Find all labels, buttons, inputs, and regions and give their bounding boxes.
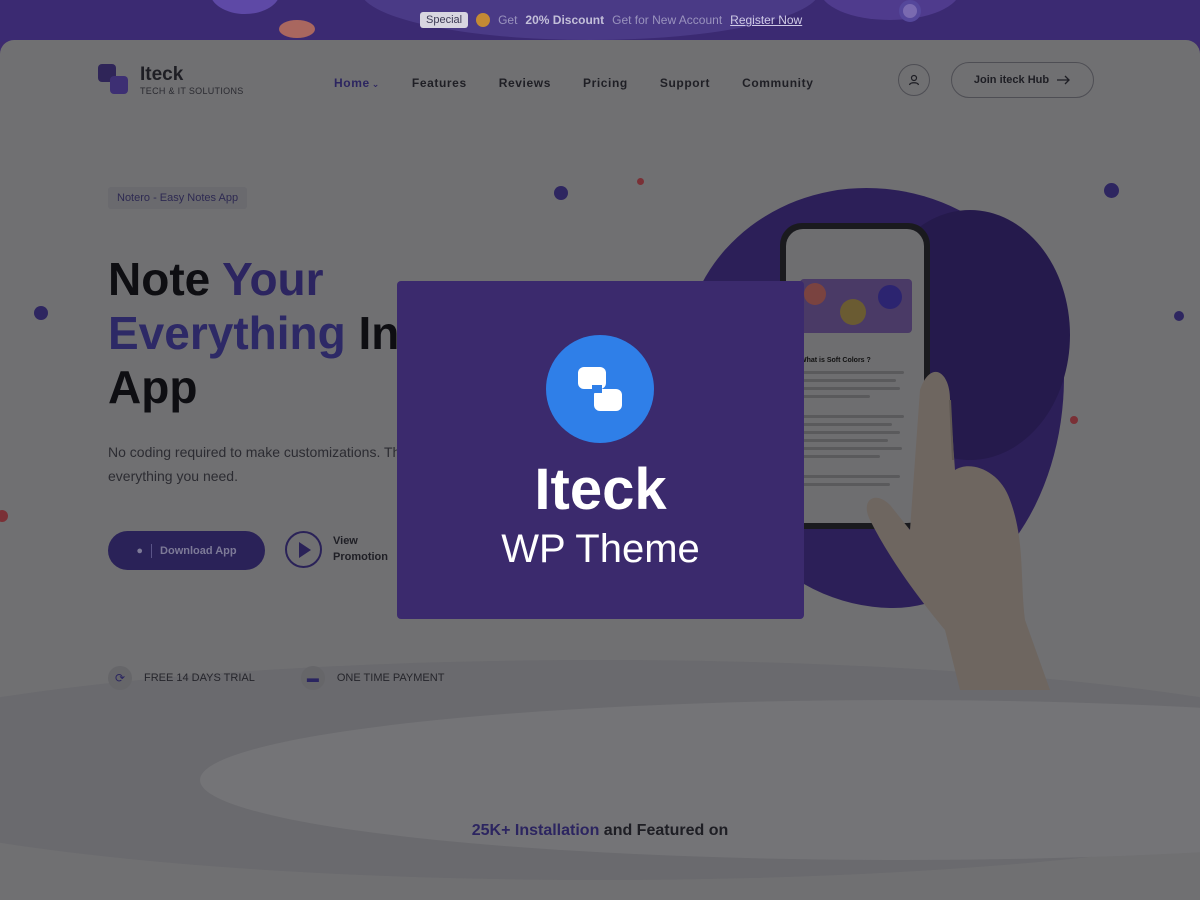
overlay-title: Iteck <box>534 457 667 522</box>
feature-item: ⟳ FREE 14 DAYS TRIAL <box>108 666 255 690</box>
user-icon <box>908 74 920 86</box>
main-nav: Home ⌄ Features Reviews Pricing Support C… <box>334 76 813 90</box>
nav-item-pricing[interactable]: Pricing <box>583 76 628 90</box>
nav-item-support[interactable]: Support <box>660 76 710 90</box>
nav-item-reviews[interactable]: Reviews <box>499 76 551 90</box>
apple-icon: ● <box>136 544 144 557</box>
brand-tagline: TECH & IT SOLUTIONS <box>140 86 244 96</box>
product-pill: Notero - Easy Notes App <box>108 187 248 209</box>
promo-bar: Special Get 20% Discount Get for New Acc… <box>0 0 1200 42</box>
decor-dot <box>554 186 568 200</box>
arrow-right-icon <box>1057 75 1071 85</box>
decor-dot <box>0 510 8 522</box>
theme-overlay-card: Iteck WP Theme <box>397 281 804 619</box>
promo-text-post: Get for New Account <box>612 13 723 27</box>
download-app-label: Download App <box>160 544 237 557</box>
nav-item-features[interactable]: Features <box>412 76 467 90</box>
card-icon: ▬ <box>300 666 325 690</box>
brand-logo-icon <box>98 64 130 96</box>
join-hub-button[interactable]: Join iteck Hub <box>951 62 1094 98</box>
wooden-hand-image <box>866 371 1050 690</box>
decor-dot <box>637 178 644 185</box>
brand[interactable]: Iteck TECH & IT SOLUTIONS <box>98 64 244 96</box>
screen-artwork <box>800 279 912 333</box>
special-badge: Special <box>420 12 469 28</box>
refresh-icon: ⟳ <box>108 666 132 690</box>
decor-blob <box>899 0 921 22</box>
decor-blob <box>210 0 280 14</box>
star-struck-icon <box>476 13 491 27</box>
play-video-button[interactable] <box>285 531 322 568</box>
nav-item-home[interactable]: Home ⌄ <box>334 76 380 90</box>
decor-dot <box>1070 416 1078 424</box>
chevron-down-icon: ⌄ <box>371 79 380 89</box>
nav-item-community[interactable]: Community <box>742 76 813 90</box>
register-now-link[interactable]: Register Now <box>730 13 802 27</box>
decor-dot <box>34 306 48 320</box>
decor-blob <box>279 20 315 38</box>
promo-discount: 20% Discount <box>525 13 605 27</box>
iteck-logo-icon <box>546 335 654 443</box>
promo-message: Special Get 20% Discount Get for New Acc… <box>420 10 802 30</box>
installs-heading: 25K+ Installation and Featured on <box>471 822 729 839</box>
account-button[interactable] <box>898 64 930 96</box>
play-icon <box>299 541 311 558</box>
overlay-subtitle: WP Theme <box>501 527 700 571</box>
join-hub-label: Join iteck Hub <box>973 74 1050 86</box>
promo-text-pre: Get <box>498 13 518 27</box>
decor-dot <box>1104 183 1119 198</box>
brand-name: Iteck <box>140 64 184 85</box>
decor-dot <box>1174 311 1184 321</box>
decor-blob <box>820 0 960 20</box>
view-promotion-link[interactable]: View Promotion <box>333 533 388 565</box>
download-app-button[interactable]: ● Download App <box>108 531 265 570</box>
feature-item: ▬ ONE TIME PAYMENT <box>300 666 444 690</box>
feature-list: ⟳ FREE 14 DAYS TRIAL ▬ ONE TIME PAYMENT <box>108 666 444 690</box>
